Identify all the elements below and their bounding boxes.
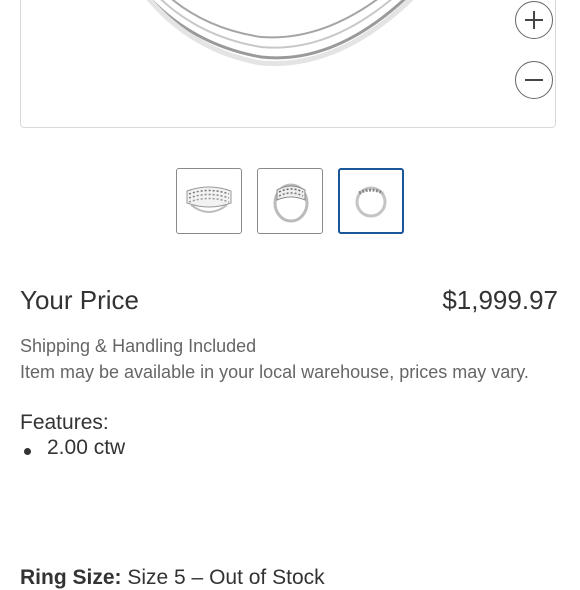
minus-icon [525, 79, 543, 81]
availability-note: Item may be available in your local ware… [20, 362, 529, 382]
thumbnail-1[interactable] [176, 168, 242, 234]
ring-top-thumbnail-icon [355, 186, 387, 218]
ring-size-row: Ring Size: Size 5 – Out of Stock [20, 566, 325, 590]
features-list: 2.00 ctw [20, 436, 125, 460]
thumbnail-3[interactable] [338, 168, 404, 234]
ring-main-image [146, 0, 414, 67]
feature-item: 2.00 ctw [20, 436, 125, 460]
ring-size-value: Size 5 – Out of Stock [127, 566, 325, 589]
ring-angle-thumbnail-icon [273, 183, 309, 223]
zoom-in-button[interactable] [515, 1, 553, 39]
feature-text: 2.00 ctw [47, 436, 126, 459]
thumbnail-strip [0, 168, 580, 236]
plus-icon [525, 11, 543, 29]
bullet-icon [24, 448, 31, 455]
price-label: Your Price [20, 285, 139, 315]
product-image-viewer[interactable] [20, 0, 556, 128]
thumbnail-2[interactable] [257, 168, 323, 234]
ring-front-thumbnail-icon [186, 186, 232, 213]
shipping-info: Shipping & Handling Included [20, 336, 257, 356]
ring-size-label: Ring Size: [20, 566, 122, 589]
zoom-out-button[interactable] [515, 61, 553, 99]
features-title: Features: [20, 411, 109, 434]
price-value: $1,999.97 [442, 285, 558, 315]
